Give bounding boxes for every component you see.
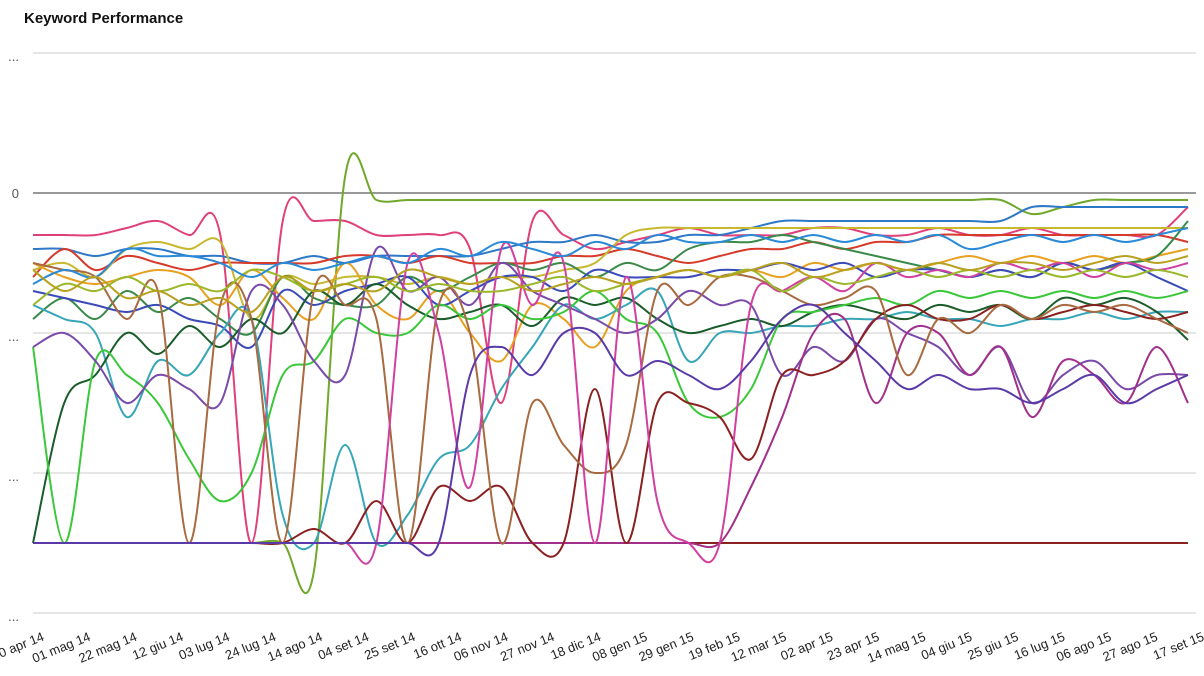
y-tick-label: ...: [8, 49, 19, 64]
x-tick-label: 12 giu 14: [130, 629, 185, 663]
y-axis-ticks: ... 0.........: [8, 49, 19, 624]
x-tick-label: 25 giu 15: [965, 629, 1020, 663]
y-tick-label: ...: [8, 609, 19, 624]
x-tick-label: 27 nov 14: [498, 629, 557, 664]
series-line-kw-16: [32, 241, 1189, 565]
x-tick-label: 02 apr 15: [778, 629, 835, 663]
x-tick-label: 25 set 14: [362, 629, 417, 663]
series-lines: [32, 152, 1189, 594]
y-tick-label: ...: [8, 469, 19, 484]
series-line-kw-08: [32, 261, 1189, 349]
x-tick-label: 17 set 15: [1151, 629, 1204, 663]
line-chart: ... 0......... 10 apr 1401 mag 1422 mag 1…: [0, 49, 1204, 666]
x-tick-label: 04 giu 15: [919, 629, 974, 663]
x-tick-label: 03 lug 14: [177, 629, 232, 663]
x-tick-label: 04 set 14: [316, 629, 371, 663]
y-tick-label: 0: [12, 186, 19, 201]
y-tick-label: ...: [8, 329, 19, 344]
x-axis-ticks: 10 apr 1401 mag 1422 mag 1412 giu 1403 l…: [0, 629, 1204, 666]
gridlines: [33, 52, 1196, 614]
